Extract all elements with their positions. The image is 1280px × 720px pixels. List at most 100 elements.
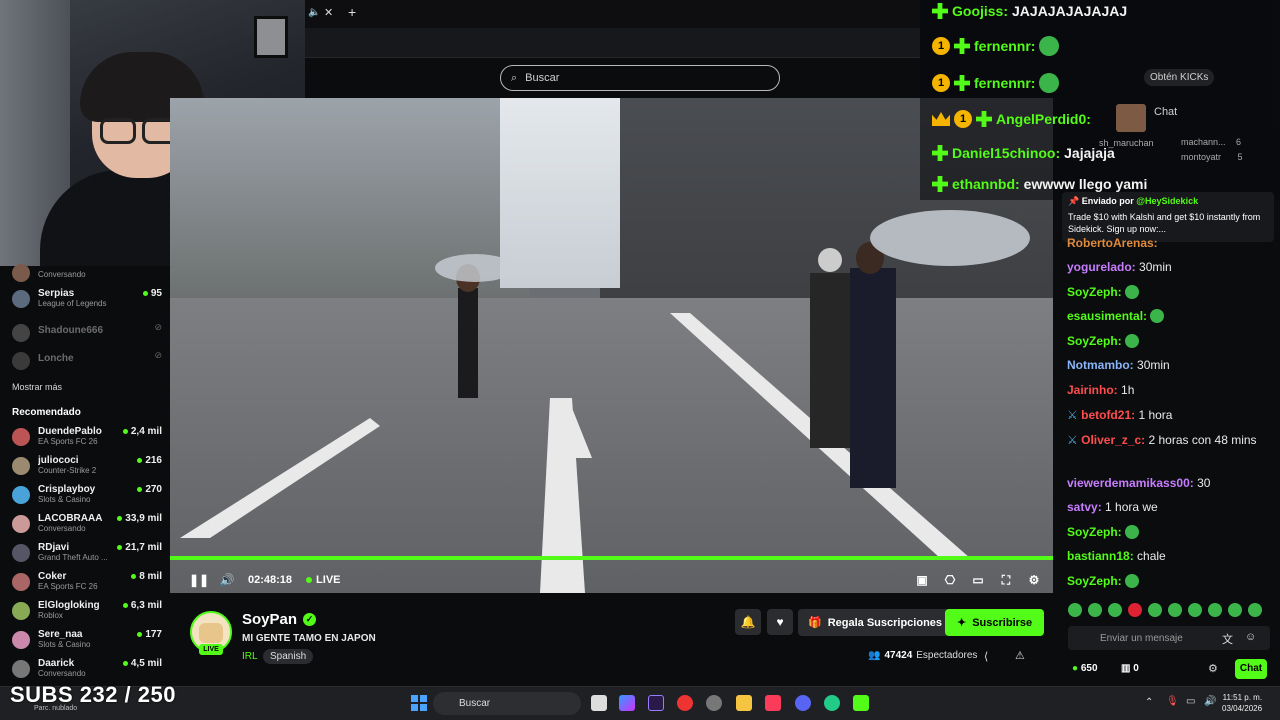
chrome-green-icon[interactable] xyxy=(824,695,840,711)
close-tab-icon[interactable]: ✕ xyxy=(324,6,333,19)
live-indicator: LIVE xyxy=(306,574,341,586)
app-icon[interactable] xyxy=(706,695,722,711)
browser-toolbar xyxy=(300,28,920,58)
chat-message: SoyZeph: xyxy=(1067,573,1272,590)
chrome-icon[interactable] xyxy=(677,695,693,711)
overlay-chat-line: 1 fernennr: xyxy=(932,73,1060,93)
live-badge: LIVE xyxy=(199,644,223,655)
clip-icon[interactable]: ⎔ xyxy=(943,573,957,587)
sidebar-item-duendepablo[interactable]: DuendePablo EA Sports FC 26 2,4 mil xyxy=(12,426,162,454)
sidebar-item-rdjavi[interactable]: RDjavi Grand Theft Auto ... 21,7 mil xyxy=(12,542,162,570)
sidebar-item-elglogloking[interactable]: ElGlogloking Roblox 6,3 mil xyxy=(12,600,162,628)
gift-icon: 🎁 xyxy=(808,617,822,629)
users-icon: 👥 xyxy=(868,650,881,661)
sidebar-item-shadoune666[interactable]: Shadoune666 ⊘ xyxy=(12,322,162,350)
emote-icon xyxy=(1125,334,1140,348)
overlay-chat-line: ethannbd: ewwww llego yami xyxy=(932,176,1147,192)
emote-bar[interactable] xyxy=(1068,603,1262,617)
leader-item: machann... 6 xyxy=(1181,137,1242,147)
recommended-heading: Recomendado xyxy=(12,407,81,418)
overlay-chat-line: Goojiss: JAJAJAJAJAJAJ xyxy=(932,3,1127,19)
chat-message: RobertoArenas: xyxy=(1067,236,1158,250)
windows-start-icon[interactable] xyxy=(411,695,427,711)
explorer-icon[interactable] xyxy=(736,695,752,711)
chat-message: viewerdemamikass00: 30 xyxy=(1067,476,1211,490)
viewer-count: 👥 47424 Espectadores xyxy=(868,650,978,661)
sidebar-item-coker[interactable]: Coker EA Sports FC 26 8 mil xyxy=(12,571,162,599)
chat-message: SoyZeph: xyxy=(1067,284,1272,301)
premiere-icon[interactable] xyxy=(648,695,664,711)
mute-tab-icon[interactable]: 🔈 xyxy=(308,7,320,18)
user-avatar[interactable] xyxy=(1116,104,1146,132)
redeem-display[interactable]: ▥ 0 xyxy=(1121,663,1139,674)
task-view-icon[interactable] xyxy=(591,695,607,711)
browser-tabbar: 🔈 ✕ + xyxy=(300,0,920,28)
pip-icon[interactable]: ▣ xyxy=(915,573,929,587)
player-time: 02:48:18 xyxy=(248,574,293,586)
heart-icon: ♥ xyxy=(776,615,784,629)
fullscreen-icon[interactable]: ⛶ xyxy=(999,573,1013,587)
report-icon[interactable]: ⚠ xyxy=(1015,649,1025,662)
chat-input[interactable]: Enviar un mensaje xyxy=(1068,626,1270,650)
chat-message: Notmambo: 30min xyxy=(1067,358,1170,372)
chat-message: SoyZeph: xyxy=(1067,524,1272,541)
star-icon: ✦ xyxy=(957,617,967,629)
leader-item: montoyatr 5 xyxy=(1181,152,1243,162)
chat-message: ⚔ Oliver_z_c: 2 horas con 48 mins xyxy=(1067,433,1257,447)
chat-message: Jairinho: 1h xyxy=(1067,383,1135,397)
emote-icon xyxy=(1125,574,1140,588)
kick-icon[interactable] xyxy=(853,695,869,711)
player-controls: ❚❚ 🔊 02:48:18 LIVE ▣ ⎔ ▭ ⛶ ⚙ xyxy=(170,566,1053,594)
emote-icon xyxy=(1125,285,1140,299)
notifications-button[interactable]: 🔔 xyxy=(735,609,761,635)
search-input[interactable]: ⌕ Buscar xyxy=(500,65,780,91)
stream-category[interactable]: IRL xyxy=(242,651,258,662)
settings-icon[interactable]: ⚙ xyxy=(1027,573,1041,587)
emote-icon xyxy=(1125,525,1140,539)
language-tag[interactable]: Spanish xyxy=(263,649,314,664)
share-icon[interactable]: ⟨ xyxy=(984,650,988,663)
chat-settings-icon[interactable]: ⚙ xyxy=(1208,662,1218,675)
clock[interactable]: 11:51 p. m. 03/04/2026 xyxy=(1222,692,1262,714)
sidebar-item-sere-naa[interactable]: Sere_naa Slots & Casino 177 xyxy=(12,629,162,657)
subscribe-button[interactable]: ✦ Suscribirse xyxy=(945,609,1045,636)
chat-overlay xyxy=(920,0,1280,200)
sidebar-item-lacobraaa[interactable]: LACOBRAAA Conversando 33,9 mil xyxy=(12,513,162,541)
taskbar-search[interactable]: Buscar xyxy=(433,692,581,715)
volume-icon[interactable]: 🔊 xyxy=(220,573,235,587)
mic-icon[interactable]: 🎙 xyxy=(1166,696,1179,707)
progress-bar[interactable] xyxy=(170,556,1053,560)
sidebar-item-juliococi[interactable]: juliococi Counter-Strike 2 216 xyxy=(12,455,162,483)
emoji-icon[interactable]: ☺ xyxy=(1245,631,1256,643)
gift-subs-button[interactable]: 🎁 Regala Suscripciones xyxy=(798,609,953,636)
weather-widget[interactable]: Parc. nublado xyxy=(34,705,77,712)
follow-button[interactable]: ♥ xyxy=(767,609,793,635)
sidebar-item-crisplayboy[interactable]: Crisplayboy Slots & Casino 270 xyxy=(12,484,162,512)
sidebar-item-lonche[interactable]: Lonche ⊘ xyxy=(12,350,162,378)
network-icon[interactable]: ▭ xyxy=(1186,696,1195,707)
chat-send-button[interactable]: Chat xyxy=(1235,659,1267,679)
pause-icon[interactable]: ❚❚ xyxy=(189,573,209,587)
theater-icon[interactable]: ▭ xyxy=(971,573,985,587)
overlay-chat-line: 1 fernennr: xyxy=(932,36,1060,56)
show-more-link[interactable]: Mostrar más xyxy=(12,382,62,392)
search-icon: ⌕ xyxy=(511,71,518,84)
sidebar-item-conversando[interactable]: Conversando xyxy=(12,262,162,290)
channel-name[interactable]: SoyPan ✓ xyxy=(242,611,317,628)
translate-icon[interactable]: 文 xyxy=(1222,631,1233,647)
tray-chevron-icon[interactable]: ⌃ xyxy=(1145,697,1153,708)
emote-icon xyxy=(1039,73,1060,93)
sidebar-item-serpias[interactable]: Serpias League of Legends 95 xyxy=(12,288,162,316)
get-kicks-button[interactable]: Obtén KICKs xyxy=(1144,69,1215,86)
bell-icon: 🔔 xyxy=(740,615,756,629)
discord-icon[interactable] xyxy=(795,695,811,711)
new-tab-button[interactable]: + xyxy=(348,4,356,20)
speaker-icon[interactable]: 🔊 xyxy=(1204,696,1216,707)
copilot-icon[interactable] xyxy=(619,695,635,711)
overlay-chat-line: 1 AngelPerdid0: xyxy=(932,110,1091,128)
points-display[interactable]: ● 650 xyxy=(1072,663,1098,674)
stream-title: MI GENTE TAMO EN JAPON xyxy=(242,633,376,644)
music-icon[interactable] xyxy=(765,695,781,711)
offline-icon: ⊘ xyxy=(154,322,162,332)
overlay-chat-line: Daniel15chinoo: Jajajaja xyxy=(932,145,1115,161)
